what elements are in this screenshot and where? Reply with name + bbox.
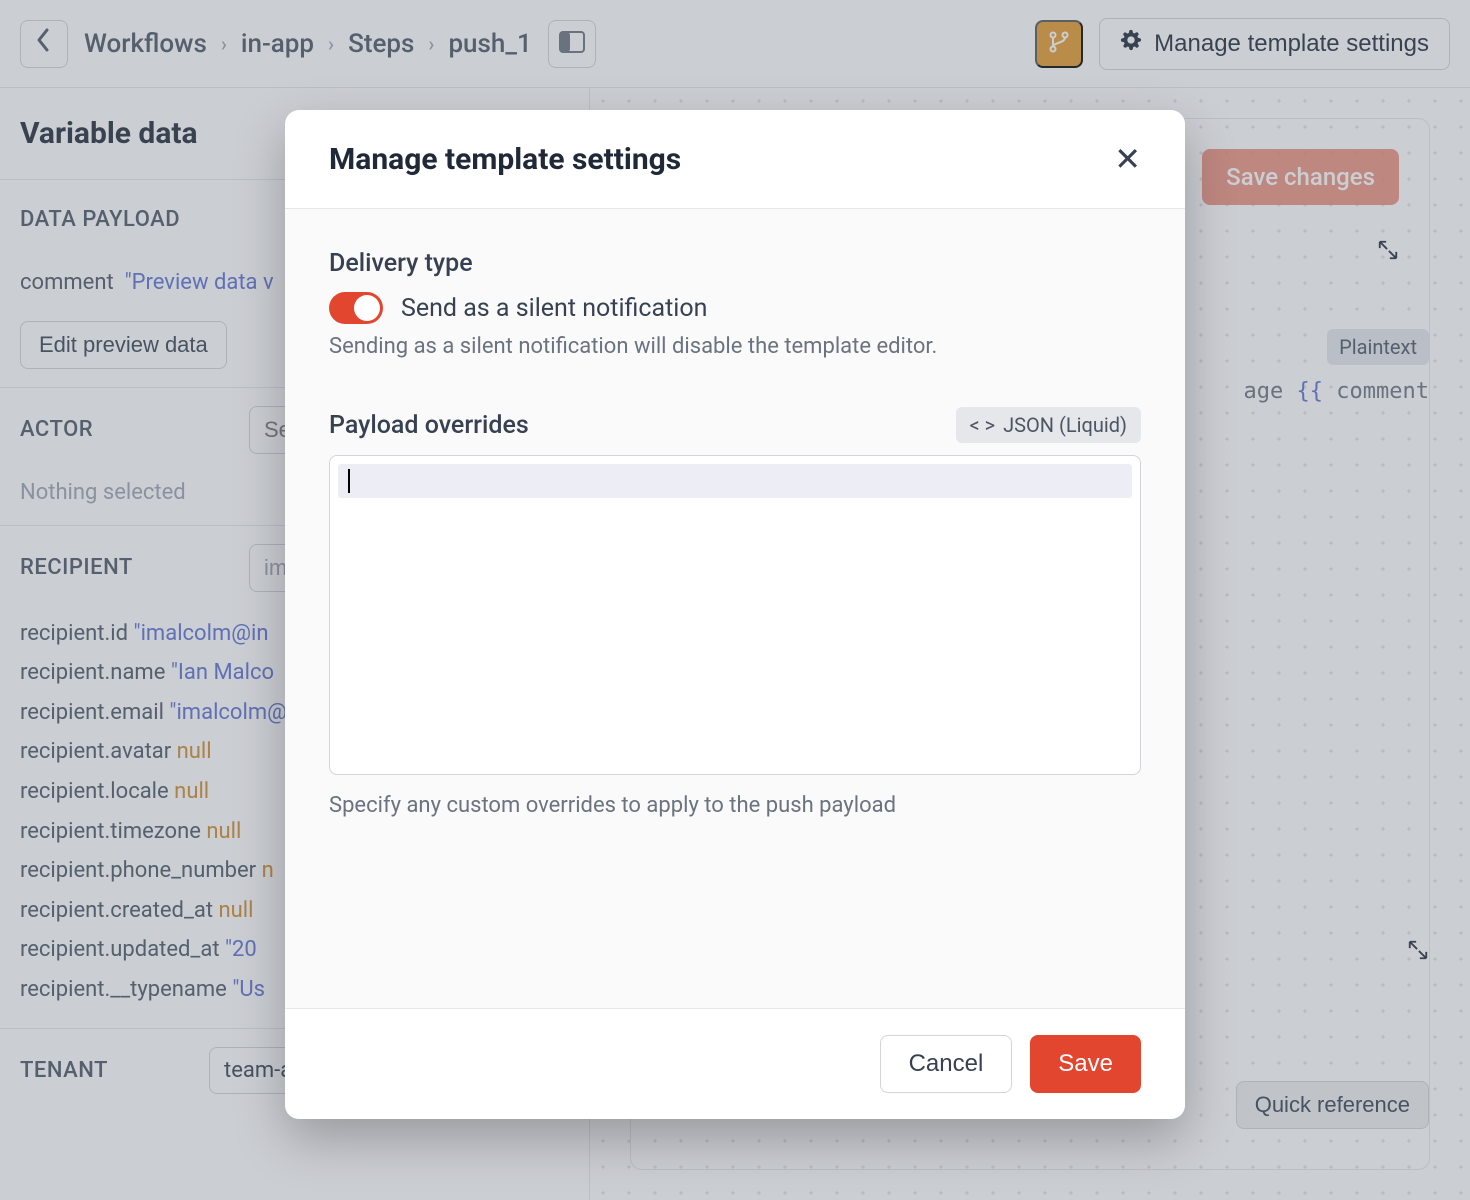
payload-overrides-label: Payload overrides bbox=[329, 411, 529, 440]
text-caret bbox=[348, 469, 350, 493]
silent-notification-label: Send as a silent notification bbox=[401, 294, 707, 323]
silent-notification-hint: Sending as a silent notification will di… bbox=[329, 334, 1141, 359]
save-button[interactable]: Save bbox=[1030, 1035, 1141, 1093]
code-icon: < > bbox=[970, 413, 996, 437]
cancel-button[interactable]: Cancel bbox=[880, 1035, 1013, 1093]
close-button[interactable]: ✕ bbox=[1114, 140, 1141, 178]
modal-title: Manage template settings bbox=[329, 142, 681, 177]
payload-overrides-hint: Specify any custom overrides to apply to… bbox=[329, 793, 1141, 818]
delivery-type-label: Delivery type bbox=[329, 249, 1141, 278]
silent-notification-toggle[interactable] bbox=[329, 292, 383, 324]
modal: Manage template settings ✕ Delivery type… bbox=[285, 110, 1185, 1119]
close-icon: ✕ bbox=[1114, 141, 1141, 177]
modal-overlay[interactable]: Manage template settings ✕ Delivery type… bbox=[0, 0, 1470, 1200]
json-liquid-badge: < > JSON (Liquid) bbox=[956, 407, 1141, 443]
payload-overrides-editor[interactable] bbox=[329, 455, 1141, 775]
